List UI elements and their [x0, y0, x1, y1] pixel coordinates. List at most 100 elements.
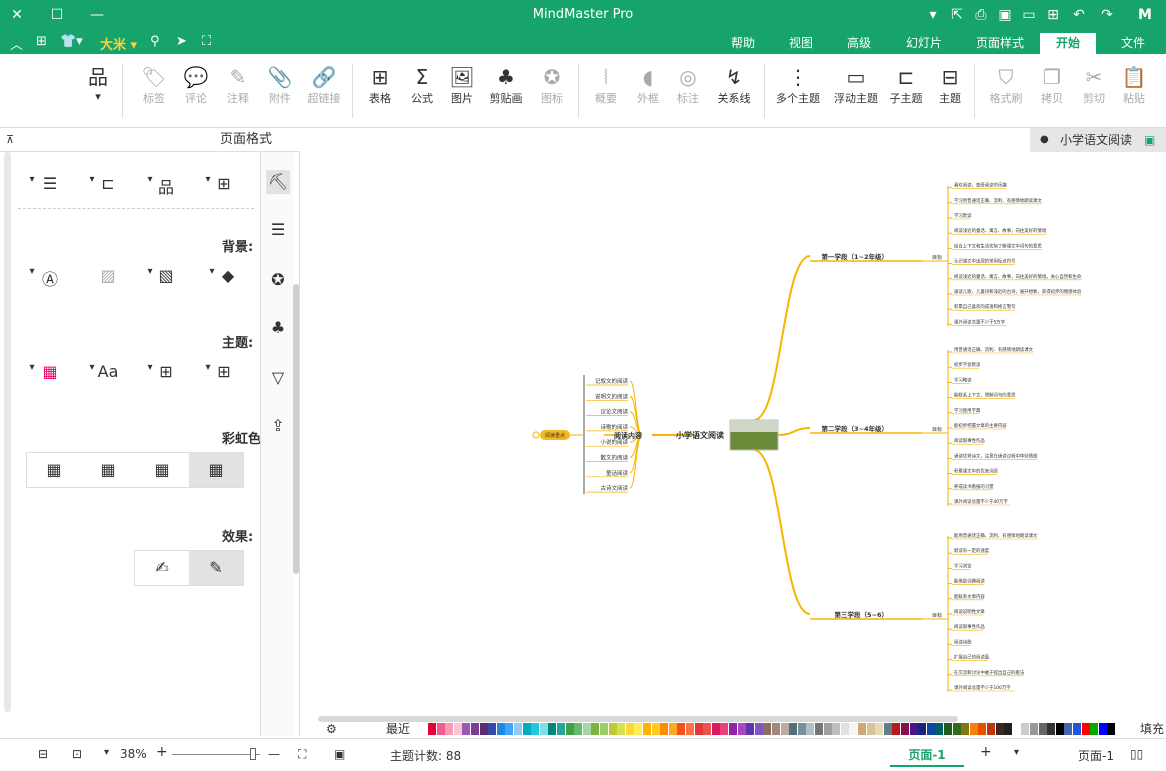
color-swatch[interactable]	[496, 723, 505, 735]
share-icon[interactable]: ⚲	[150, 34, 160, 49]
dropdown-icon[interactable]: ▾	[138, 266, 162, 277]
color-swatch[interactable]	[643, 723, 651, 735]
zoom-out-icon[interactable]: —	[268, 747, 280, 761]
color-swatch[interactable]	[617, 723, 626, 735]
color-swatch[interactable]	[1004, 723, 1013, 735]
color-swatch[interactable]	[428, 723, 436, 735]
color-swatch[interactable]	[737, 723, 746, 735]
quick-access-dropdown-icon[interactable]: ▾	[924, 6, 942, 24]
color-swatch[interactable]	[505, 723, 514, 735]
color-swatch[interactable]	[514, 723, 522, 735]
color-swatch[interactable]	[969, 723, 978, 735]
rainbow-option[interactable]: ▦	[27, 453, 81, 487]
comment-button[interactable]: 💬 评论	[176, 64, 216, 106]
floating-topic-button[interactable]: ▭ 浮动主题	[832, 64, 880, 106]
relationship-button[interactable]: ↯ 关系线	[712, 64, 756, 106]
color-swatch[interactable]	[746, 723, 755, 735]
remove-bg-icon[interactable]: ▨	[96, 266, 120, 285]
color-swatch[interactable]	[720, 723, 729, 735]
document-tab[interactable]: ● 小学语文阅读 ▣	[1030, 128, 1166, 152]
rainbow-option[interactable]: ▦	[135, 453, 189, 487]
color-swatch[interactable]	[522, 723, 531, 735]
dropdown-icon[interactable]: ▾	[138, 362, 162, 373]
color-swatch[interactable]	[1030, 723, 1038, 735]
copy-button[interactable]: ❐ 拷贝	[1032, 64, 1072, 106]
color-swatch[interactable]	[1098, 723, 1107, 735]
color-swatch[interactable]	[875, 723, 884, 735]
panel-scrollbar[interactable]	[293, 284, 299, 574]
color-swatch[interactable]	[479, 723, 488, 735]
color-swatch[interactable]	[789, 723, 798, 735]
color-swatch[interactable]	[995, 723, 1004, 735]
format-brush-icon[interactable]: ⛏	[266, 170, 290, 194]
table-button[interactable]: ⊞ 表格	[360, 64, 400, 106]
color-swatch[interactable]	[901, 723, 909, 735]
topic-button[interactable]: ⊟ 主题	[930, 64, 970, 106]
dropdown-icon[interactable]: ▾	[20, 362, 44, 373]
color-swatch[interactable]	[840, 723, 849, 735]
collapse-ribbon-icon[interactable]: ︿	[10, 34, 23, 53]
color-swatch[interactable]	[883, 723, 892, 735]
color-swatch[interactable]	[711, 723, 720, 735]
color-swatch[interactable]	[488, 723, 497, 735]
color-swatch[interactable]	[668, 723, 677, 735]
tab-slides[interactable]: 幻灯片	[892, 33, 956, 54]
color-swatch[interactable]	[1090, 723, 1099, 735]
boundary-button[interactable]: ◖ 外框	[628, 64, 668, 106]
color-swatch[interactable]	[961, 723, 970, 735]
fit-page-icon[interactable]: ▣	[334, 747, 345, 761]
paste-button[interactable]: 📋 粘贴	[1114, 64, 1154, 106]
fullscreen-icon[interactable]: ⛶	[202, 34, 211, 49]
color-swatch[interactable]	[634, 723, 643, 735]
color-swatch[interactable]	[539, 723, 548, 735]
format-painter-button[interactable]: ⛉ 格式刷	[986, 64, 1026, 106]
color-swatch[interactable]	[531, 723, 540, 735]
export-panel-icon[interactable]: ⇪	[266, 414, 290, 438]
color-swatch[interactable]	[987, 723, 995, 735]
left-scrollbar[interactable]	[4, 152, 11, 712]
page-list-icon[interactable]: ▯▯	[1130, 747, 1143, 761]
color-swatch[interactable]	[815, 723, 823, 735]
color-swatch[interactable]	[600, 723, 608, 735]
send-icon[interactable]: ➤	[176, 34, 187, 49]
note-button[interactable]: ✎ 注释	[218, 64, 258, 106]
dropdown-icon[interactable]: ▾	[20, 174, 44, 185]
save-icon[interactable]: ▣	[996, 6, 1014, 24]
color-swatch[interactable]	[677, 723, 686, 735]
color-swatch[interactable]	[832, 723, 841, 735]
color-swatch[interactable]	[1012, 723, 1021, 735]
tab-advanced[interactable]: 高级	[834, 33, 884, 54]
export-icon[interactable]: ⇱	[948, 6, 966, 24]
color-swatch[interactable]	[935, 723, 944, 735]
tab-file[interactable]: 文件	[1108, 33, 1158, 54]
color-swatch[interactable]	[729, 723, 737, 735]
dropdown-icon[interactable]: ▾	[80, 174, 104, 185]
color-swatch[interactable]	[582, 723, 591, 735]
apps-icon[interactable]: ⊞	[36, 34, 47, 49]
color-swatch[interactable]	[1038, 723, 1047, 735]
page-tab[interactable]: 页面-1	[890, 743, 964, 767]
layout-button[interactable]: 品 ▾	[78, 64, 118, 103]
color-swatch[interactable]	[574, 723, 583, 735]
color-swatch[interactable]	[608, 723, 617, 735]
add-page-icon[interactable]: +	[980, 744, 992, 760]
dropdown-icon[interactable]: ▾	[196, 362, 220, 373]
color-swatch[interactable]	[1021, 723, 1030, 735]
callout-button[interactable]: ◎ 标注	[668, 64, 708, 106]
color-swatch[interactable]	[703, 723, 712, 735]
pin-icon[interactable]: ⊼	[6, 128, 14, 152]
color-swatch[interactable]	[754, 723, 763, 735]
color-swatch[interactable]	[694, 723, 703, 735]
cut-button[interactable]: ✂ 剪切	[1074, 64, 1114, 106]
color-swatch[interactable]	[1107, 723, 1116, 735]
zoom-slider-thumb[interactable]	[250, 748, 256, 760]
tab-view[interactable]: 视图	[776, 33, 826, 54]
color-swatch[interactable]	[806, 723, 815, 735]
multiple-topics-button[interactable]: ⋮ 多个主题	[772, 64, 824, 106]
color-swatch[interactable]	[978, 723, 987, 735]
image-button[interactable]: 🖼 图片	[442, 64, 482, 106]
color-swatch[interactable]	[1055, 723, 1064, 735]
clipart-panel-icon[interactable]: ♣	[266, 316, 290, 340]
color-swatch[interactable]	[772, 723, 780, 735]
zoom-dropdown-icon[interactable]: ▾	[104, 747, 109, 758]
